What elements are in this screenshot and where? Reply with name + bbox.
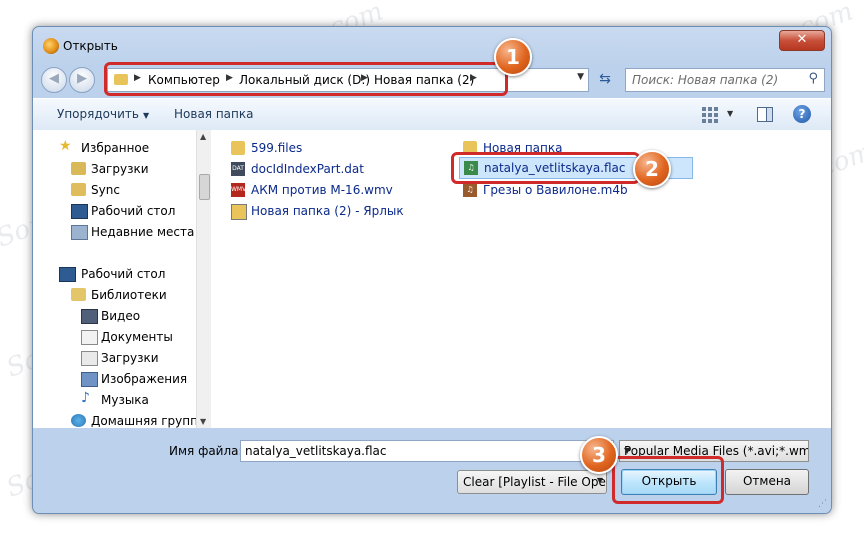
preview-pane-icon[interactable] xyxy=(757,107,773,122)
list-item[interactable]: WMV АКМ против М-16.wmv xyxy=(231,180,431,200)
scrollbar-thumb[interactable] xyxy=(199,174,210,200)
close-button[interactable]: ✕ xyxy=(779,30,825,51)
desktop-icon xyxy=(59,267,76,282)
homegroup-icon xyxy=(71,414,86,427)
search-icon[interactable]: ⚲ xyxy=(808,71,818,86)
pictures-icon xyxy=(81,372,98,387)
recent-places-icon xyxy=(71,225,88,240)
nav-item-label: Документы xyxy=(101,330,173,344)
nav-item-label: Домашняя группа xyxy=(91,414,206,428)
dat-file-icon: DAT xyxy=(231,162,245,176)
nav-item-label: Избранное xyxy=(81,141,150,155)
search-placeholder: Поиск: Новая папка (2) xyxy=(632,73,779,87)
file-name: Новая папка (2) - Ярлык xyxy=(251,204,404,218)
nav-item-label: Библиотеки xyxy=(91,288,167,302)
nav-item-label: Загрузки xyxy=(101,351,159,365)
nav-buttons: ◀ ▶ xyxy=(41,67,97,93)
nav-pane-scrollbar[interactable]: ▲ ▼ xyxy=(196,130,211,428)
scroll-up-icon[interactable]: ▲ xyxy=(200,132,206,141)
refresh-icon[interactable]: ⇆ xyxy=(593,68,617,90)
libraries-icon xyxy=(71,288,86,301)
downloads-library-icon xyxy=(81,351,98,366)
open-file-dialog: Открыть ✕ ◀ ▶ ▶ Компьютер ▶ Локальный ди… xyxy=(32,26,832,514)
file-name: АКМ против М-16.wmv xyxy=(251,183,393,197)
nav-item-label: Недавние места xyxy=(91,225,195,239)
highlight-address-bar xyxy=(104,62,508,96)
chevron-down-icon[interactable]: ▼ xyxy=(577,72,584,82)
nav-item-label: Sync xyxy=(91,183,120,197)
downloads-folder-icon xyxy=(71,162,86,175)
file-name: docIdIndexPart.dat xyxy=(251,162,364,176)
playlist-mode-select[interactable]: Clear [Playlist - File Ope ▼ xyxy=(457,470,607,494)
nav-item-label: Рабочий стол xyxy=(81,267,166,281)
search-input[interactable]: Поиск: Новая папка (2) ⚲ xyxy=(625,68,825,92)
nav-item-label: Видео xyxy=(101,309,141,323)
nav-item-label: Музыка xyxy=(101,393,149,407)
list-item[interactable]: Новая папка (2) - Ярлык xyxy=(231,201,431,221)
documents-icon xyxy=(81,330,98,345)
back-button[interactable]: ◀ xyxy=(41,67,67,93)
title-bar: Открыть ✕ xyxy=(33,27,831,65)
navigation-pane: ★ Избранное Загрузки Sync Рабочий стол Н… xyxy=(33,130,211,428)
nav-item-label: Изображения xyxy=(101,372,188,386)
video-file-icon: WMV xyxy=(231,183,246,197)
chevron-down-icon: ▼ xyxy=(624,446,631,455)
audio-book-icon: ♫ xyxy=(463,183,477,197)
nav-item-label: Рабочий стол xyxy=(91,204,176,218)
cancel-button[interactable]: Отмена xyxy=(725,469,809,495)
chevron-down-icon[interactable]: ▼ xyxy=(727,109,733,118)
view-options-icon[interactable] xyxy=(701,105,719,123)
organize-button[interactable]: Упорядочить ▼ xyxy=(57,107,149,121)
forward-button[interactable]: ▶ xyxy=(69,67,95,93)
list-item[interactable]: 599.files xyxy=(231,138,431,158)
shortcut-icon xyxy=(231,204,247,220)
step-badge-3: 3 xyxy=(580,436,618,474)
step-badge-2: 2 xyxy=(633,150,671,188)
chevron-down-icon: ▼ xyxy=(142,111,150,120)
step-badge-1: 1 xyxy=(494,38,532,76)
window-title: Открыть xyxy=(63,39,118,53)
playlist-mode-value: Clear [Playlist - File Ope xyxy=(463,475,606,489)
app-icon xyxy=(43,38,59,54)
highlight-open-button xyxy=(612,456,724,504)
music-icon: ♪ xyxy=(81,390,90,406)
new-folder-button[interactable]: Новая папка xyxy=(174,107,253,121)
filename-input[interactable]: natalya_vetlitskaya.flac xyxy=(240,440,614,462)
toolbar: Упорядочить ▼ Новая папка ▼ ? xyxy=(33,98,831,131)
resize-grip-icon[interactable]: ⋰ xyxy=(818,499,827,509)
nav-item-label: Загрузки xyxy=(91,162,149,176)
desktop-icon xyxy=(71,204,88,219)
list-item[interactable]: DAT docIdIndexPart.dat xyxy=(231,159,431,179)
folder-icon xyxy=(231,141,245,155)
file-name: Грезы о Вавилоне.m4b xyxy=(483,183,628,197)
organize-label: Упорядочить xyxy=(57,107,139,121)
video-library-icon xyxy=(81,309,98,324)
help-icon[interactable]: ? xyxy=(793,105,811,123)
highlight-selected-file xyxy=(451,152,640,184)
filename-value: natalya_vetlitskaya.flac xyxy=(245,444,387,458)
star-icon: ★ xyxy=(59,138,72,154)
filename-label: Имя файла: xyxy=(169,444,243,458)
scroll-down-icon[interactable]: ▼ xyxy=(200,417,206,426)
file-name: 599.files xyxy=(251,141,303,155)
chevron-down-icon: ▼ xyxy=(596,476,603,485)
sync-folder-icon xyxy=(71,183,86,196)
